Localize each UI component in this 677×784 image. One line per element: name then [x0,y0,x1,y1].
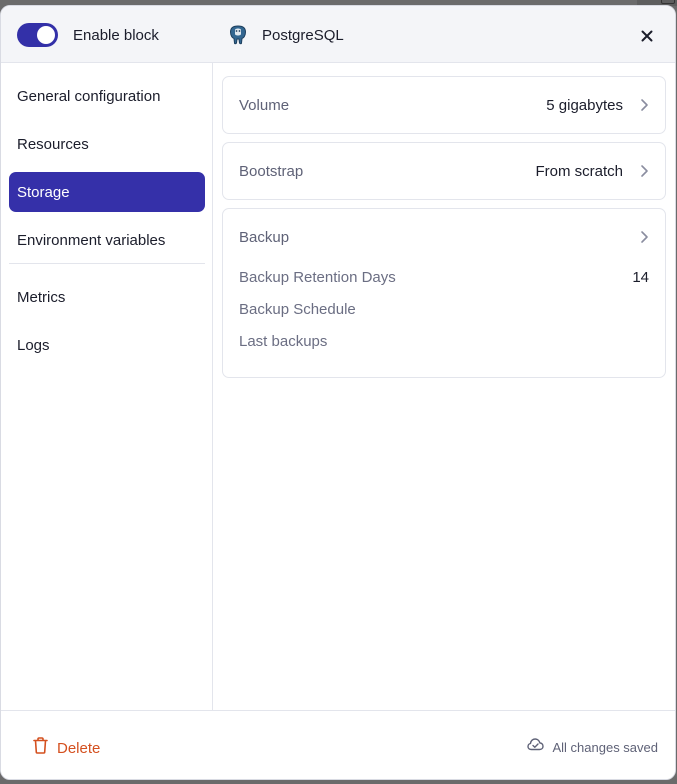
background-icon [661,0,675,4]
sidebar-divider [9,263,205,264]
bootstrap-card[interactable]: Bootstrap From scratch [222,142,666,200]
volume-card[interactable]: Volume 5 gigabytes [222,76,666,134]
backup-card[interactable]: Backup Backup Retention Days 14 Backup S… [222,208,666,378]
sidebar-item-label: Metrics [17,288,66,306]
toggle-knob [37,26,55,44]
backup-retention-value: 14 [632,268,649,286]
last-backups-label: Last backups [239,332,328,350]
enable-block-toggle[interactable] [17,23,58,47]
sidebar-item-logs[interactable]: Logs [9,325,205,365]
dialog-header: Enable block PostgreSQL [1,6,675,63]
backup-row: Backup [239,227,649,247]
chevron-right-icon [639,230,649,244]
sidebar-item-label: Logs [17,336,50,354]
backup-schedule-row: Backup Schedule [239,299,649,319]
sidebar-item-general-configuration[interactable]: General configuration [9,76,205,116]
bootstrap-value: From scratch [535,162,623,180]
bootstrap-row: Bootstrap From scratch [239,161,649,181]
postgresql-icon [229,25,247,45]
database-title: PostgreSQL [262,27,344,44]
sidebar-item-resources[interactable]: Resources [9,124,205,164]
enable-block-label: Enable block [73,27,159,44]
save-status: All changes saved [527,738,658,756]
block-settings-dialog: Enable block PostgreSQL General configur… [0,5,676,780]
dialog-content: General configuration Resources Storage … [1,63,675,710]
sidebar-item-label: General configuration [17,87,161,105]
cloud-check-icon [527,738,545,756]
volume-row: Volume 5 gigabytes [239,95,649,115]
bootstrap-label: Bootstrap [239,162,304,180]
backup-label: Backup [239,228,290,246]
trash-icon [33,737,48,759]
storage-panel: Volume 5 gigabytes Bootstrap From scratc… [214,63,675,710]
sidebar-item-label: Resources [17,135,89,153]
dialog-footer: Delete All changes saved [1,710,675,779]
sidebar-item-environment-variables[interactable]: Environment variables [9,220,205,260]
close-icon [641,30,653,42]
delete-button[interactable]: Delete [33,737,100,759]
sidebar-item-storage[interactable]: Storage [9,172,205,212]
chevron-right-icon [639,98,649,112]
backup-schedule-label: Backup Schedule [239,300,356,318]
backup-retention-row: Backup Retention Days 14 [239,267,649,287]
volume-value-group: 5 gigabytes [546,97,649,114]
bootstrap-value-group: From scratch [535,163,649,180]
settings-sidebar: General configuration Resources Storage … [1,63,213,710]
chevron-right-icon [639,164,649,178]
backup-retention-label: Backup Retention Days [239,268,396,286]
volume-value: 5 gigabytes [546,96,623,114]
sidebar-item-metrics[interactable]: Metrics [9,277,205,317]
last-backups-row: Last backups [239,331,649,351]
volume-label: Volume [239,96,290,114]
delete-label: Delete [57,739,101,757]
sidebar-item-label: Environment variables [17,231,166,249]
close-button[interactable] [635,24,659,48]
sidebar-item-label: Storage [17,183,70,201]
save-status-label: All changes saved [552,739,658,755]
